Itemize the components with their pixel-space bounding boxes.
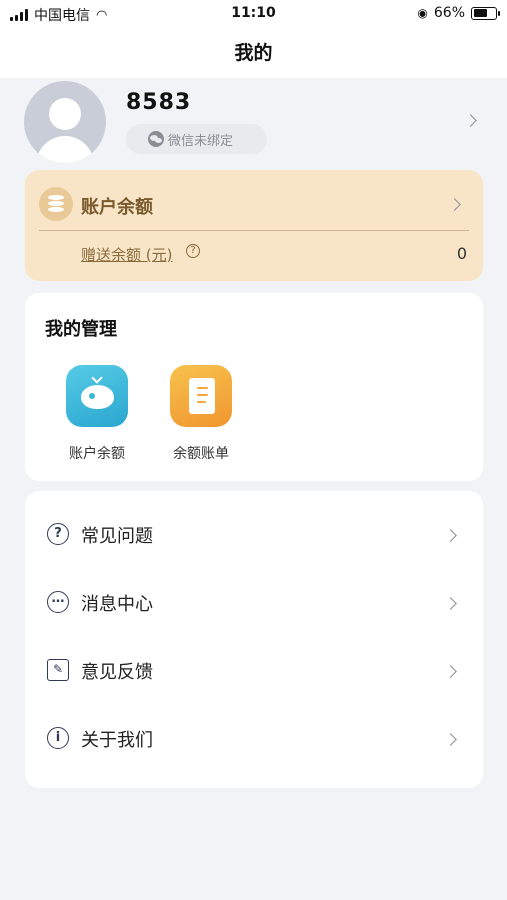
top-bar: 中国电信 ◠ 11:10 ◉ 66% 我的 [0,0,507,78]
chevron-right-icon [444,733,457,746]
tile-balance-bill[interactable]: 余额账单 [158,365,244,463]
balance-card[interactable]: 账户余额 赠送余额 (元) ? 0 [25,170,483,281]
tile-label: 余额账单 [173,446,229,462]
avatar[interactable] [24,81,106,163]
balance-title: 账户余额 [81,197,153,218]
info-icon: i [47,727,69,749]
avatar-head [49,98,81,130]
management-title: 我的管理 [45,319,117,340]
menu-item-about[interactable]: i 关于我们 [25,705,483,773]
menu-item-faq[interactable]: ? 常见问题 [25,501,483,569]
wechat-bind-badge[interactable]: 微信未绑定 [126,124,267,154]
chevron-right-icon [444,665,457,678]
gift-balance-value: 0 [456,244,467,263]
avatar-body [36,136,94,163]
menu-item-messages[interactable]: … 消息中心 [25,569,483,637]
menu-item-label: 常见问题 [81,526,153,547]
piggy-bank-icon [66,365,128,427]
management-card: 我的管理 账户余额 余额账单 [25,293,483,481]
status-right: ◉ 66% [417,5,500,21]
feedback-icon: ✎ [47,659,69,681]
status-bar: 中国电信 ◠ 11:10 ◉ 66% [0,0,507,28]
help-icon[interactable]: ? [186,244,200,258]
wechat-status-label: 微信未绑定 [168,133,234,149]
tile-account-balance[interactable]: 账户余额 [54,365,140,463]
profile-row[interactable]: 8583 微信未绑定 [0,78,507,170]
menu-item-label: 关于我们 [81,730,153,751]
menu-item-label: 消息中心 [81,594,153,615]
gift-balance-label[interactable]: 赠送余额 (元) [81,244,172,265]
menu-item-feedback[interactable]: ✎ 意见反馈 [25,637,483,705]
battery-percent: 66% [433,5,465,21]
menu-item-label: 意见反馈 [81,662,153,683]
tile-label: 账户余额 [69,446,125,462]
username: 8583 [126,90,192,115]
chevron-right-icon [464,114,477,127]
chevron-right-icon [444,597,457,610]
orientation-lock-icon: ◉ [417,6,428,20]
message-icon: … [47,591,69,613]
menu-card: ? 常见问题 … 消息中心 ✎ 意见反馈 i 关于我们 [25,491,483,788]
bill-scroll-icon [170,365,232,427]
wechat-icon [148,131,164,147]
question-icon: ? [47,523,69,545]
chevron-right-icon [448,198,461,211]
balance-divider [39,230,469,231]
page-title: 我的 [234,42,273,64]
chevron-right-icon [444,529,457,542]
battery-icon [471,6,500,20]
coin-stack-icon [39,187,73,221]
